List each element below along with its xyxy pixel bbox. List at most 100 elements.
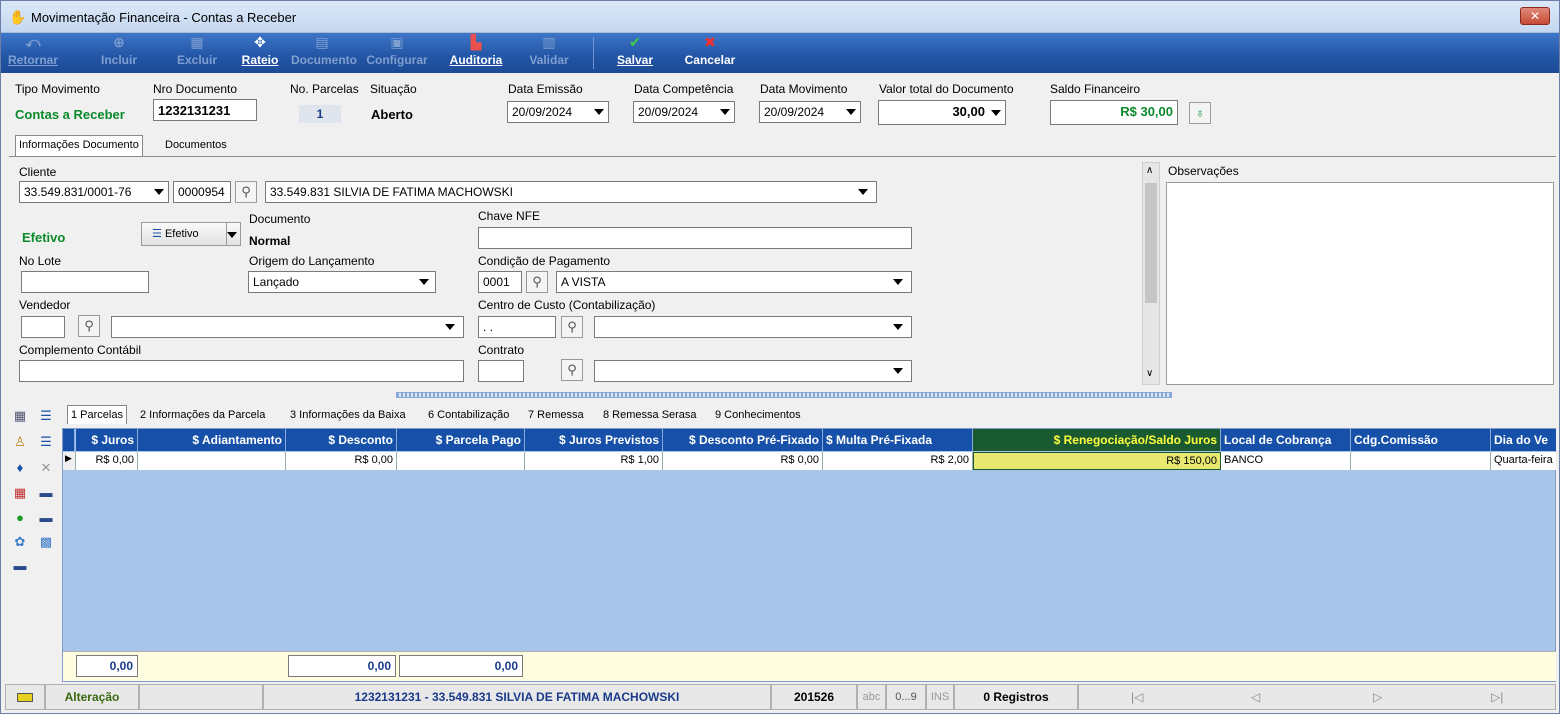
- incluir-button[interactable]: ⊕ Incluir: [93, 35, 145, 67]
- cell-desconto[interactable]: R$ 0,00: [286, 452, 397, 470]
- nro-documento-input[interactable]: 1232131231: [153, 99, 257, 121]
- cell-multa-prefixada[interactable]: R$ 2,00: [823, 452, 973, 470]
- observacoes-textarea[interactable]: [1166, 182, 1554, 385]
- col-cdg-comissao[interactable]: Cdg.Comissão: [1351, 429, 1491, 451]
- cell-adiantamento[interactable]: [138, 452, 286, 470]
- col-parcela-pago[interactable]: $ Parcela Pago: [397, 429, 525, 451]
- validar-button[interactable]: ▥ Validar: [521, 35, 577, 67]
- vendedor-code-input[interactable]: [21, 316, 65, 338]
- printer-icon[interactable]: ▬: [37, 509, 55, 527]
- configurar-button[interactable]: ▣ Configurar: [361, 35, 433, 67]
- title-bar: ✋ Movimentação Financeira - Contas a Rec…: [1, 1, 1559, 33]
- chave-nfe-input[interactable]: [478, 227, 912, 249]
- tab-informacoes-parcela[interactable]: 2 Informações da Parcela: [140, 409, 265, 421]
- origem-select[interactable]: Lançado: [248, 271, 436, 293]
- salvar-button[interactable]: ✔ Salvar: [607, 35, 663, 67]
- cell-juros-previstos[interactable]: R$ 1,00: [525, 452, 663, 470]
- trash-icon[interactable]: ▦: [11, 407, 29, 425]
- cancelar-button[interactable]: ✖ Cancelar: [677, 35, 743, 67]
- scrollbar-thumb[interactable]: [1145, 183, 1157, 303]
- complemento-input[interactable]: [19, 360, 464, 382]
- search-icon[interactable]: ⚲: [561, 359, 583, 381]
- form-scrollbar[interactable]: ∧ ∨: [1142, 162, 1160, 385]
- search-icon[interactable]: ⚲: [235, 181, 257, 203]
- documento-button[interactable]: ▤ Documento: [291, 35, 357, 67]
- prev-record-button[interactable]: ◁: [1251, 685, 1260, 709]
- col-desconto-prefixado[interactable]: $ Desconto Pré-Fixado: [663, 429, 823, 451]
- condicao-select[interactable]: A VISTA: [556, 271, 912, 293]
- centro-code-input[interactable]: . .: [478, 316, 556, 338]
- tab-remessa[interactable]: 7 Remessa: [528, 409, 584, 421]
- col-local-cobranca[interactable]: Local de Cobrança: [1221, 429, 1351, 451]
- tab-parcelas[interactable]: 1 Parcelas: [67, 405, 127, 424]
- data-competencia-field[interactable]: 20/09/2024: [633, 101, 735, 123]
- total-desconto: 0,00: [288, 655, 396, 677]
- chevron-down-icon: [154, 189, 164, 195]
- auditoria-button[interactable]: ▙ Auditoria: [443, 35, 509, 67]
- close-button[interactable]: ✕: [1520, 7, 1550, 25]
- retornar-button[interactable]: ⤺ Retornar: [7, 35, 59, 67]
- search-icon[interactable]: ⚲: [561, 316, 583, 338]
- user-icon[interactable]: ♙: [11, 433, 29, 451]
- valor-total-field[interactable]: 30,00: [878, 100, 1006, 125]
- drop-icon[interactable]: ♦: [11, 459, 29, 477]
- tab-conhecimentos[interactable]: 9 Conhecimentos: [715, 409, 801, 421]
- search-icon[interactable]: ⚲: [526, 271, 548, 293]
- condicao-code-input[interactable]: 0001: [478, 271, 522, 293]
- col-juros-previstos[interactable]: $ Juros Previstos: [525, 429, 663, 451]
- saldo-label: Saldo Financeiro: [1050, 82, 1141, 96]
- col-desconto[interactable]: $ Desconto: [286, 429, 397, 451]
- splitter-handle[interactable]: [396, 392, 1172, 398]
- tab-documentos[interactable]: Documentos: [161, 138, 231, 152]
- add-icon[interactable]: ●: [11, 509, 29, 527]
- cell-dia-vencimento[interactable]: Quarta-feira: [1491, 452, 1556, 470]
- contrato-select[interactable]: [594, 360, 912, 382]
- efetivo-dropdown-button[interactable]: ☰ Efetivo: [141, 222, 241, 246]
- col-multa-prefixada[interactable]: $ Multa Pré-Fixada: [823, 429, 973, 451]
- grid-icon[interactable]: ▩: [37, 533, 55, 551]
- cell-desconto-prefixado[interactable]: R$ 0,00: [663, 452, 823, 470]
- gear-icon[interactable]: ✿: [11, 533, 29, 551]
- cell-local-cobranca[interactable]: BANCO: [1221, 452, 1351, 470]
- cell-renegociacao[interactable]: R$ 150,00: [973, 452, 1221, 470]
- tab-informacoes-baixa[interactable]: 3 Informações da Baixa: [290, 409, 406, 421]
- centro-custo-select[interactable]: [594, 316, 912, 338]
- last-record-button[interactable]: ▷|: [1491, 685, 1503, 709]
- col-juros[interactable]: $ Juros: [76, 429, 138, 451]
- col-renegociacao[interactable]: $ Renegociação/Saldo Juros: [973, 429, 1221, 451]
- data-movimento-field[interactable]: 20/09/2024: [759, 101, 861, 123]
- chevron-down-icon: [419, 279, 429, 285]
- cell-cdg-comissao[interactable]: [1351, 452, 1491, 470]
- data-movimento-value: 20/09/2024: [764, 105, 825, 119]
- cliente-name-select[interactable]: 33.549.831 SILVIA DE FATIMA MACHOWSKI: [265, 181, 877, 203]
- lote-input[interactable]: [21, 271, 149, 293]
- cell-juros[interactable]: R$ 0,00: [76, 452, 138, 470]
- cliente-code-input[interactable]: 0000954: [173, 181, 231, 203]
- list-icon[interactable]: ☰: [37, 407, 55, 425]
- calendar-icon[interactable]: ▦: [11, 484, 29, 502]
- next-record-button[interactable]: ▷: [1373, 685, 1382, 709]
- parcelas-value: 1: [299, 105, 341, 123]
- cell-parcela-pago[interactable]: [397, 452, 525, 470]
- contrato-code-input[interactable]: [478, 360, 524, 382]
- col-dia-vencimento[interactable]: Dia do Ve: [1491, 429, 1556, 451]
- search-icon[interactable]: ⚲: [78, 315, 100, 337]
- cliente-cnpj-select[interactable]: 33.549.831/0001-76: [19, 181, 169, 203]
- chevron-down-icon: [594, 109, 604, 115]
- totals-row: [63, 651, 1556, 681]
- printer-icon[interactable]: ▬: [11, 557, 29, 575]
- excluir-button[interactable]: ▦ Excluir: [171, 35, 223, 67]
- data-emissao-field[interactable]: 20/09/2024: [507, 101, 609, 123]
- col-adiantamento[interactable]: $ Adiantamento: [138, 429, 286, 451]
- tab-informacoes-documento[interactable]: Informações Documento: [15, 135, 143, 156]
- close-icon[interactable]: ✕: [37, 459, 55, 477]
- list-icon[interactable]: ☰: [37, 433, 55, 451]
- first-record-button[interactable]: |◁: [1131, 685, 1143, 709]
- tab-contabilizacao[interactable]: 6 Contabilização: [428, 409, 509, 421]
- rateio-button[interactable]: ✥ Rateio: [235, 35, 285, 67]
- money-bag-icon[interactable]: ♁: [1189, 102, 1211, 124]
- vendedor-select[interactable]: [111, 316, 464, 338]
- status-abc: abc: [857, 684, 886, 710]
- printer-icon[interactable]: ▬: [37, 484, 55, 502]
- tab-remessa-serasa[interactable]: 8 Remessa Serasa: [603, 409, 697, 421]
